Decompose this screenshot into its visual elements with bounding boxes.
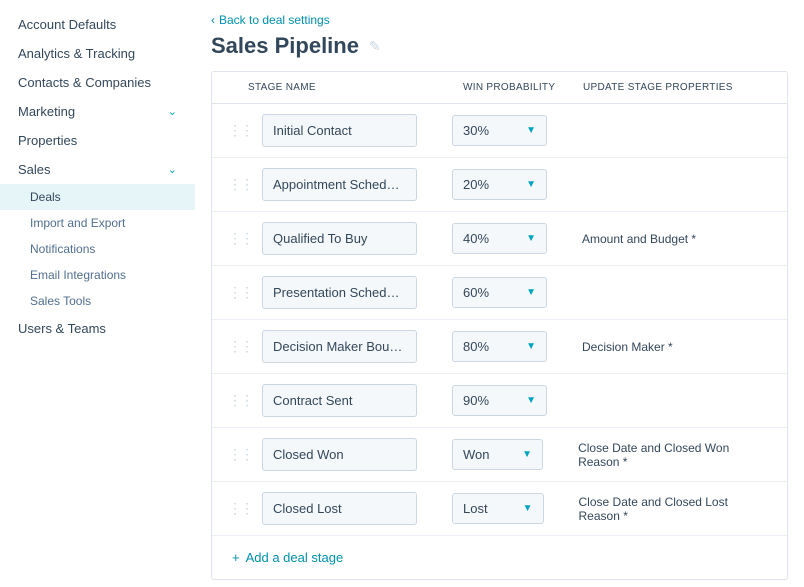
drag-handle-icon[interactable]: ⋮⋮ xyxy=(228,182,252,187)
col-header-stage: STAGE NAME xyxy=(248,82,463,93)
stage-row: ⋮⋮ 60% ▼ xyxy=(212,266,787,320)
add-stage-label: Add a deal stage xyxy=(246,550,344,565)
plus-icon: + xyxy=(232,550,240,565)
sidebar-item-label: Contacts & Companies xyxy=(18,75,151,90)
sidebar-item-properties[interactable]: Properties xyxy=(0,126,195,155)
col-header-properties: UPDATE STAGE PROPERTIES xyxy=(583,82,771,93)
sidebar-item-sales[interactable]: Sales ⌄ xyxy=(0,155,195,184)
stage-name-input[interactable] xyxy=(262,276,417,309)
sidebar-item-label: Sales Tools xyxy=(30,294,91,308)
stage-name-input[interactable] xyxy=(262,222,417,255)
probability-value: 40% xyxy=(463,231,489,246)
stage-row: ⋮⋮ 20% ▼ xyxy=(212,158,787,212)
probability-value: Won xyxy=(463,447,490,462)
sidebar-item-analytics-tracking[interactable]: Analytics & Tracking xyxy=(0,39,195,68)
table-header: STAGE NAME WIN PROBABILITY UPDATE STAGE … xyxy=(212,72,787,104)
sidebar-item-label: Account Defaults xyxy=(18,17,116,32)
sidebar-item-contacts-companies[interactable]: Contacts & Companies xyxy=(0,68,195,97)
sidebar-item-import-export[interactable]: Import and Export xyxy=(0,210,195,236)
sidebar-item-label: Analytics & Tracking xyxy=(18,46,135,61)
win-probability-select[interactable]: Won ▼ xyxy=(452,439,543,470)
sidebar-item-sales-tools[interactable]: Sales Tools xyxy=(0,288,195,314)
pencil-icon[interactable]: ✎ xyxy=(369,38,381,55)
drag-handle-icon[interactable]: ⋮⋮ xyxy=(228,452,252,457)
win-probability-select[interactable]: Lost ▼ xyxy=(452,493,544,524)
probability-value: 20% xyxy=(463,177,489,192)
sidebar-item-email-integrations[interactable]: Email Integrations xyxy=(0,262,195,288)
sidebar: Account Defaults Analytics & Tracking Co… xyxy=(0,0,195,587)
win-probability-select[interactable]: 30% ▼ xyxy=(452,115,547,146)
probability-value: 30% xyxy=(463,123,489,138)
stage-row: ⋮⋮ 30% ▼ xyxy=(212,104,787,158)
stages-table: STAGE NAME WIN PROBABILITY UPDATE STAGE … xyxy=(211,71,788,580)
stage-properties-text: Close Date and Closed Lost Reason * xyxy=(579,495,771,523)
stage-row: ⋮⋮ 80% ▼ Decision Maker * xyxy=(212,320,787,374)
page-title: Sales Pipeline xyxy=(211,33,359,59)
stage-name-input[interactable] xyxy=(262,492,417,525)
probability-value: 80% xyxy=(463,339,489,354)
add-deal-stage-button[interactable]: + Add a deal stage xyxy=(212,535,787,579)
back-to-settings-link[interactable]: ‹ Back to deal settings xyxy=(211,13,330,27)
stage-name-input[interactable] xyxy=(262,438,417,471)
sidebar-item-notifications[interactable]: Notifications xyxy=(0,236,195,262)
drag-handle-icon[interactable]: ⋮⋮ xyxy=(228,506,252,511)
stage-row: ⋮⋮ Lost ▼ Close Date and Closed Lost Reason… xyxy=(212,482,787,535)
probability-value: 60% xyxy=(463,285,489,300)
sidebar-item-label: Deals xyxy=(30,190,61,204)
drag-handle-icon[interactable]: ⋮⋮ xyxy=(228,398,252,403)
chevron-down-icon: ⌄ xyxy=(168,163,177,176)
sidebar-item-label: Import and Export xyxy=(30,216,125,230)
stage-row: ⋮⋮ 90% ▼ xyxy=(212,374,787,428)
probability-value: Lost xyxy=(463,501,488,516)
stage-properties-text: Amount and Budget * xyxy=(582,232,696,246)
win-probability-select[interactable]: 40% ▼ xyxy=(452,223,547,254)
caret-down-icon: ▼ xyxy=(523,503,533,514)
chevron-down-icon: ⌄ xyxy=(168,105,177,118)
drag-handle-icon[interactable]: ⋮⋮ xyxy=(228,344,252,349)
caret-down-icon: ▼ xyxy=(522,449,532,460)
win-probability-select[interactable]: 20% ▼ xyxy=(452,169,547,200)
sidebar-item-account-defaults[interactable]: Account Defaults xyxy=(0,10,195,39)
sidebar-item-deals[interactable]: Deals xyxy=(0,184,195,210)
sidebar-item-marketing[interactable]: Marketing ⌄ xyxy=(0,97,195,126)
win-probability-select[interactable]: 60% ▼ xyxy=(452,277,547,308)
probability-value: 90% xyxy=(463,393,489,408)
sidebar-item-label: Notifications xyxy=(30,242,95,256)
win-probability-select[interactable]: 90% ▼ xyxy=(452,385,547,416)
stage-properties-text: Close Date and Closed Won Reason * xyxy=(578,441,771,469)
stage-name-input[interactable] xyxy=(262,384,417,417)
stage-properties-text: Decision Maker * xyxy=(582,340,673,354)
sidebar-item-label: Email Integrations xyxy=(30,268,126,282)
back-label: Back to deal settings xyxy=(219,13,330,27)
win-probability-select[interactable]: 80% ▼ xyxy=(452,331,547,362)
sidebar-item-label: Marketing xyxy=(18,104,75,119)
stage-name-input[interactable] xyxy=(262,330,417,363)
drag-handle-icon[interactable]: ⋮⋮ xyxy=(228,236,252,241)
caret-down-icon: ▼ xyxy=(526,287,536,298)
main-content: ‹ Back to deal settings Sales Pipeline ✎… xyxy=(195,0,804,587)
stage-row: ⋮⋮ 40% ▼ Amount and Budget * xyxy=(212,212,787,266)
drag-handle-icon[interactable]: ⋮⋮ xyxy=(228,290,252,295)
sidebar-item-label: Users & Teams xyxy=(18,321,106,336)
caret-down-icon: ▼ xyxy=(526,179,536,190)
caret-down-icon: ▼ xyxy=(526,395,536,406)
sidebar-item-users-teams[interactable]: Users & Teams xyxy=(0,314,195,343)
sidebar-item-label: Sales xyxy=(18,162,51,177)
drag-handle-icon[interactable]: ⋮⋮ xyxy=(228,128,252,133)
stage-row: ⋮⋮ Won ▼ Close Date and Closed Won Reason * xyxy=(212,428,787,482)
stage-name-input[interactable] xyxy=(262,114,417,147)
col-header-probability: WIN PROBABILITY xyxy=(463,82,583,93)
stage-name-input[interactable] xyxy=(262,168,417,201)
caret-down-icon: ▼ xyxy=(526,125,536,136)
caret-down-icon: ▼ xyxy=(526,341,536,352)
caret-down-icon: ▼ xyxy=(526,233,536,244)
chevron-left-icon: ‹ xyxy=(211,13,215,27)
sidebar-item-label: Properties xyxy=(18,133,77,148)
